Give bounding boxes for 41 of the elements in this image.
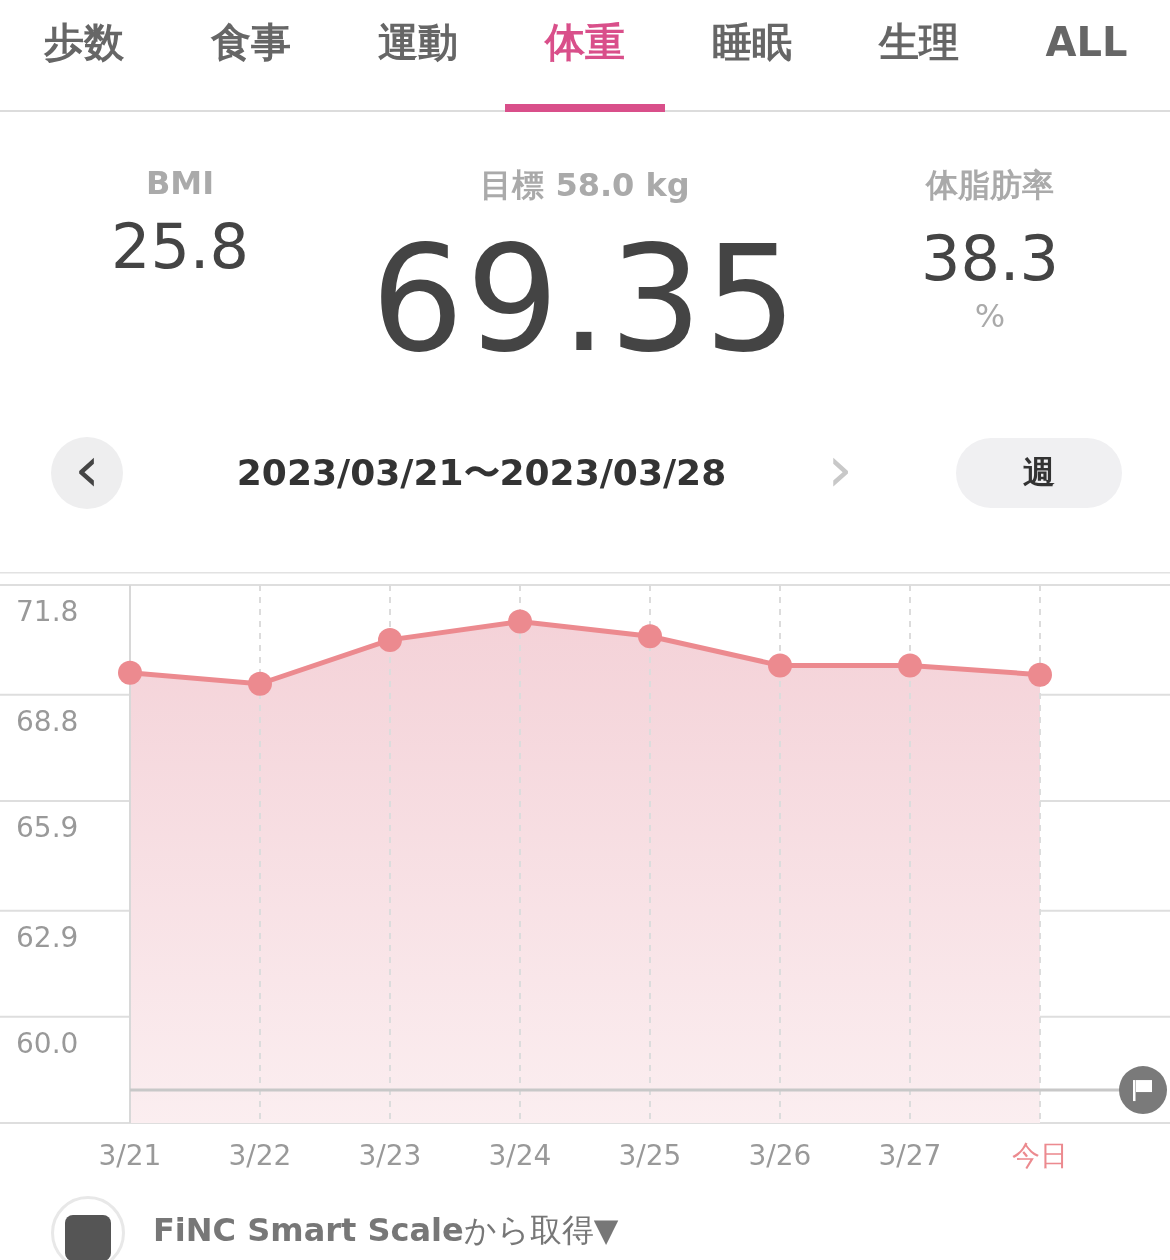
axis-label: 3/21 [98, 1139, 162, 1172]
source-link[interactable]: FiNC Smart Scaleから取得▼ [153, 1210, 619, 1250]
scale-icon [51, 1196, 125, 1260]
tab[interactable]: 睡眠 [672, 0, 832, 112]
weight-value: 69.35 [371, 226, 799, 372]
tab[interactable]: 運動 [338, 0, 498, 112]
data-point [638, 624, 662, 649]
tab[interactable]: 生理 [839, 0, 999, 112]
date-range: 2023/03/21〜2023/03/28 [235, 450, 728, 495]
previous-button[interactable]: ‹ [51, 437, 123, 509]
axis-label: 3/23 [358, 1139, 422, 1172]
data-point [508, 609, 532, 634]
axis-label: 68.8 [16, 704, 79, 738]
data-point [248, 671, 272, 696]
data-point [118, 660, 142, 685]
stat-value: 38.3 [920, 222, 1059, 295]
tab[interactable]: 歩数 [4, 0, 164, 112]
axis-label: 3/27 [878, 1139, 942, 1172]
axis-label: 65.9 [16, 810, 79, 844]
stat-label: BMI [145, 164, 215, 202]
axis-label: 今日 [1012, 1139, 1068, 1172]
data-point [898, 653, 922, 678]
tab[interactable]: 体重 [505, 0, 665, 112]
axis-label: 3/24 [488, 1139, 552, 1172]
axis-label: 3/22 [228, 1139, 292, 1172]
axis-label: 3/26 [748, 1139, 812, 1172]
period-button[interactable]: 週 [956, 438, 1122, 508]
stat-label: 体脂肪率 [926, 165, 1054, 206]
axis-label: 3/25 [618, 1139, 682, 1172]
tab[interactable]: 食事 [171, 0, 331, 112]
data-point [768, 653, 792, 678]
axis-label: 60.0 [16, 1026, 79, 1060]
data-point [1028, 662, 1052, 687]
flag-icon [1119, 1066, 1167, 1115]
tab[interactable]: ALL [1006, 0, 1166, 112]
axis-label: 71.8 [16, 595, 79, 628]
stat-value: 25.8 [110, 210, 249, 283]
unit-label: % [974, 297, 1006, 335]
axis-label: 62.9 [16, 920, 79, 954]
goal-label: 目標 58.0 kg [480, 165, 690, 206]
data-point [378, 627, 402, 652]
